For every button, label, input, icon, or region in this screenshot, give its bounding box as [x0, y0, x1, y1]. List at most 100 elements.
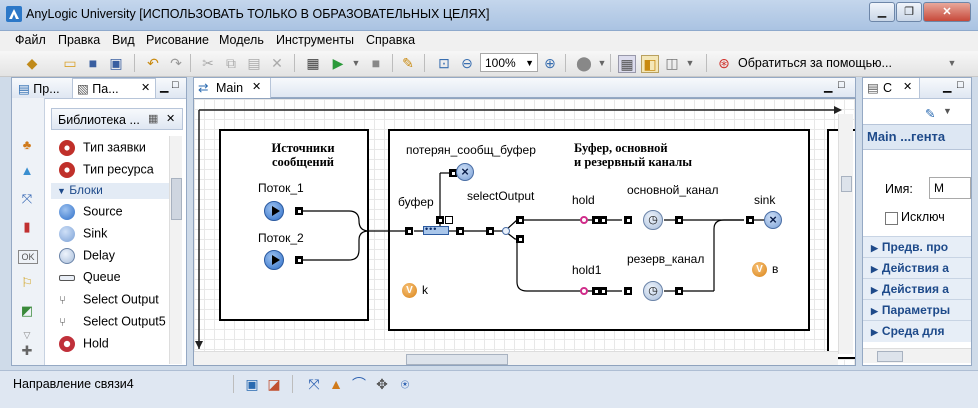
layout-icon[interactable]: ⍟ — [397, 376, 413, 392]
grid-toggle-icon[interactable]: ▦ — [618, 55, 636, 73]
select-output-block[interactable] — [502, 227, 510, 235]
statechart-icon[interactable]: ⤧ — [306, 376, 322, 392]
section-actions-1[interactable]: ▶ Действия а — [863, 257, 971, 279]
undo-icon[interactable]: ↶ — [145, 55, 161, 71]
stop-icon[interactable]: ■ — [368, 55, 384, 71]
close-icon[interactable]: ✕ — [141, 81, 150, 94]
palette-item-resource-type[interactable]: Тип ресурса — [59, 162, 154, 182]
menu-view[interactable]: Вид — [112, 33, 135, 47]
palette-item-queue[interactable]: Queue — [59, 270, 121, 290]
maximize-button[interactable]: ❐ — [896, 2, 922, 22]
section-parameters[interactable]: ▶ Параметры — [863, 299, 971, 321]
hscroll-thumb[interactable] — [406, 354, 508, 365]
select-in-port[interactable] — [486, 227, 494, 235]
select-outF-port[interactable] — [516, 235, 524, 243]
zoom-out-icon[interactable]: ⊖ — [459, 55, 475, 71]
sink-in-port[interactable] — [746, 216, 754, 224]
copy-icon[interactable]: ⧉ — [223, 55, 239, 71]
properties-hscrollbar[interactable] — [863, 348, 971, 363]
library-scrollbar[interactable] — [169, 136, 182, 364]
category-presentation-icon[interactable]: ⚐ — [18, 274, 36, 292]
buffer-outtimeout-port[interactable] — [436, 216, 444, 224]
variable-v-icon[interactable]: V — [752, 262, 767, 277]
select-outT-port[interactable] — [516, 216, 524, 224]
name-field[interactable]: M — [929, 177, 971, 199]
maximize-view-icon[interactable]: □ — [957, 79, 964, 91]
add-palette-icon[interactable]: ✚ — [18, 342, 36, 360]
category-analysis-icon[interactable]: ▮ — [18, 218, 36, 236]
buffer-out-port[interactable] — [456, 227, 464, 235]
problems-icon[interactable]: ◪ — [266, 376, 282, 392]
chevron-down-icon[interactable]: ▼ — [943, 106, 952, 116]
menu-model[interactable]: Модель — [219, 33, 264, 47]
category-agent-icon[interactable]: ♣ — [18, 136, 36, 154]
menu-edit[interactable]: Правка — [58, 33, 100, 47]
section-actions-2[interactable]: ▶ Действия а — [863, 278, 971, 300]
category-shapes-icon[interactable]: ▲ — [18, 162, 36, 180]
menu-file[interactable]: Файл — [15, 33, 46, 47]
move-icon[interactable]: ✥ — [374, 376, 390, 392]
model-canvas[interactable]: Источники сообщений Поток_1 Поток_2 Буфе… — [193, 98, 856, 366]
maximize-view-icon[interactable]: □ — [172, 79, 179, 91]
tab-projects[interactable]: ▤ Пр... — [18, 81, 60, 96]
tab-palette[interactable]: ▧ Па... ✕ — [72, 78, 156, 98]
palette-item-source[interactable]: Source — [59, 204, 123, 224]
new-model-icon[interactable]: ◆ — [24, 55, 40, 71]
zoom-fit-icon[interactable]: ⊡ — [436, 55, 452, 71]
tab-main[interactable]: ⇄ Main ✕ — [194, 78, 271, 98]
pin-dropdown-icon[interactable]: ▼ — [594, 55, 610, 71]
hscroll-thumb[interactable] — [877, 351, 903, 362]
maximize-view-icon[interactable]: □ — [838, 79, 845, 91]
scrollbar-thumb[interactable] — [171, 178, 182, 220]
canvas-hscrollbar[interactable] — [194, 351, 838, 365]
exclude-checkbox[interactable] — [885, 212, 898, 225]
palette-item-sink[interactable]: Sink — [59, 226, 107, 246]
minimize-view-icon[interactable]: ▁ — [824, 80, 832, 93]
close-button[interactable]: ✕ — [923, 2, 971, 22]
palette-item-select-output5[interactable]: ⑂ Select Output5 — [59, 314, 166, 334]
palette-item-delay[interactable]: Delay — [59, 248, 115, 268]
section-preview[interactable]: ▶ Предв. про — [863, 236, 971, 258]
close-icon[interactable]: ✕ — [252, 80, 261, 93]
open-icon[interactable]: ▭ — [62, 55, 78, 71]
close-icon[interactable]: ✕ — [903, 80, 912, 93]
snap-icon[interactable]: ◧ — [641, 55, 659, 73]
main-channel-out-port[interactable] — [675, 216, 683, 224]
palette-item-hold[interactable]: Hold — [59, 336, 109, 356]
console-icon[interactable]: ▣ — [244, 376, 260, 392]
save-icon[interactable]: ■ — [85, 55, 101, 71]
buffer-outpreempted-port[interactable] — [445, 216, 453, 224]
layers-icon[interactable]: ◫ — [664, 55, 680, 71]
hold1-out-port[interactable] — [599, 287, 607, 295]
buffer-in-port[interactable] — [405, 227, 413, 235]
close-icon[interactable]: ✕ — [166, 112, 175, 125]
main-channel-block[interactable]: ◷ — [643, 210, 663, 230]
hold1-block[interactable] — [580, 287, 588, 295]
reserve-channel-in-port[interactable] — [624, 287, 632, 295]
tab-properties[interactable]: ▤ С ✕ — [863, 78, 920, 98]
menu-tools[interactable]: Инструменты — [276, 33, 354, 47]
view-menu-icon[interactable]: ▦ — [148, 112, 158, 125]
sink-block[interactable]: × — [764, 211, 782, 229]
minimize-button[interactable]: ▁ — [869, 2, 895, 22]
menu-draw[interactable]: Рисование — [146, 33, 209, 47]
reserve-channel-out-port[interactable] — [675, 287, 683, 295]
lost-sink-block[interactable]: × — [456, 163, 474, 181]
paste-icon[interactable]: ▤ — [246, 55, 262, 71]
hold-block[interactable] — [580, 216, 588, 224]
category-statecharts-icon[interactable]: ⤧ — [18, 190, 36, 208]
shapes-icon[interactable]: ▲ — [328, 376, 344, 392]
redo-icon[interactable]: ↷ — [168, 55, 184, 71]
palette-item-select-output[interactable]: ⑂ Select Output — [59, 292, 159, 312]
vscroll-thumb[interactable] — [841, 176, 852, 192]
lifebuoy-icon[interactable]: ⊛ — [716, 55, 732, 71]
category-pictures-icon[interactable]: ◩ — [18, 302, 36, 320]
main-channel-in-port[interactable] — [624, 216, 632, 224]
section-blocks[interactable]: ▼ Блоки — [51, 183, 179, 199]
minimize-view-icon[interactable]: ▁ — [943, 80, 951, 93]
pin-icon[interactable]: ⬤ — [576, 55, 592, 71]
save-all-icon[interactable]: ▣ — [108, 55, 124, 71]
hold-out-port[interactable] — [599, 216, 607, 224]
help-dropdown-icon[interactable]: ▼ — [944, 55, 960, 71]
wand-icon[interactable]: ✎ — [400, 55, 416, 71]
